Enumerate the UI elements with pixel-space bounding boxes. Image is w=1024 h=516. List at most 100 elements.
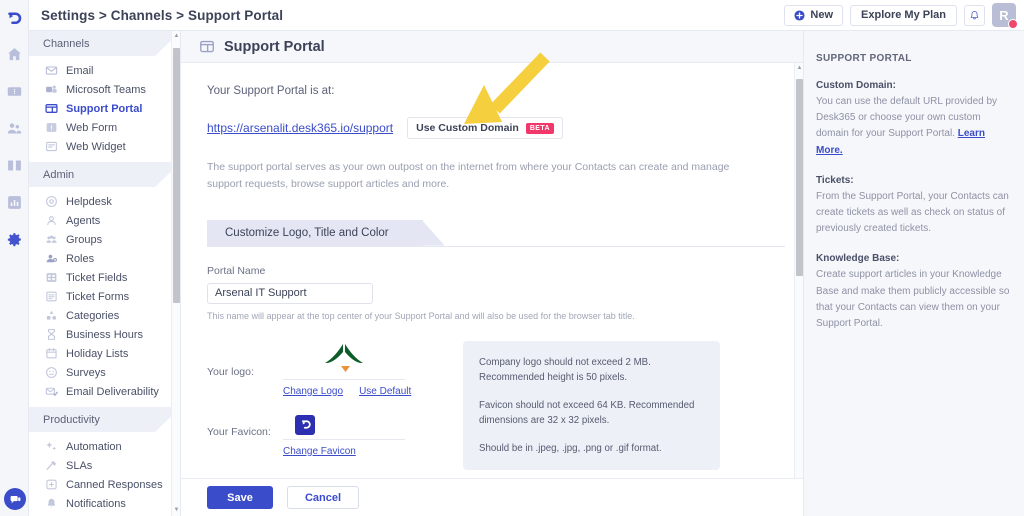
sidebar-item-email-deliverability[interactable]: Email Deliverability <box>29 382 180 401</box>
sidebar-item-label: Ticket Fields <box>66 272 127 284</box>
main-panel: Support Portal Your Support Portal is at… <box>181 31 803 516</box>
chat-bubble-icon <box>9 493 22 506</box>
sidebar-item-label: Microsoft Teams <box>66 84 146 96</box>
categories-icon <box>45 309 58 322</box>
change-logo-link[interactable]: Change Logo <box>283 386 343 397</box>
sidebar-item-agents[interactable]: Agents <box>29 211 180 230</box>
sidebar-scrollbar-thumb[interactable] <box>173 48 180 303</box>
contacts-icon[interactable] <box>6 120 23 137</box>
sla-icon <box>45 459 58 472</box>
sparkles-icon <box>45 440 58 453</box>
save-button[interactable]: Save <box>207 486 273 509</box>
sidebar-item-label: Ticket Forms <box>66 291 129 303</box>
sidebar-scroll-down-arrow[interactable]: ▼ <box>173 507 180 513</box>
sidebar-item-web-widget[interactable]: Web Widget <box>29 137 180 156</box>
tickets-icon[interactable] <box>6 83 23 100</box>
sidebar-item-holiday-lists[interactable]: Holiday Lists <box>29 344 180 363</box>
reports-icon[interactable] <box>6 194 23 211</box>
help-section-body: You can use the default URL provided by … <box>816 94 1010 159</box>
sidebar-item-microsoft-teams[interactable]: Microsoft Teams <box>29 80 180 99</box>
calendar-icon <box>45 347 58 360</box>
portal-url-link[interactable]: https://arsenalit.desk365.io/support <box>207 121 393 135</box>
help-panel-title: SUPPORT PORTAL <box>816 53 1010 64</box>
cancel-button[interactable]: Cancel <box>287 486 359 509</box>
help-section-text: From the Support Portal, your Contacts c… <box>816 191 1009 234</box>
sidebar-item-helpdesk[interactable]: Helpdesk <box>29 192 180 211</box>
explore-my-plan-button[interactable]: Explore My Plan <box>850 5 957 26</box>
chat-support-button[interactable] <box>4 488 26 510</box>
sidebar-section-header: Productivity <box>29 407 180 432</box>
new-button-label: New <box>810 9 833 21</box>
sidebar-item-business-hours[interactable]: Business Hours <box>29 325 180 344</box>
sidebar-item-label: Web Form <box>66 122 117 134</box>
sidebar-item-label: Canned Responses <box>66 479 163 491</box>
portal-url-row: https://arsenalit.desk365.io/support Use… <box>207 117 803 139</box>
settings-sidebar: Channels Email Microsoft Teams Support Port… <box>29 31 181 516</box>
canned-response-icon <box>45 478 58 491</box>
teams-icon <box>45 83 58 96</box>
sidebar-item-support-portal[interactable]: Support Portal <box>29 99 180 118</box>
notifications-button[interactable] <box>964 5 985 26</box>
sidebar-item-groups[interactable]: Groups <box>29 230 180 249</box>
main-scroll-up-arrow[interactable]: ▲ <box>796 65 803 71</box>
sidebar-scrollbar[interactable]: ▲ ▼ <box>171 31 180 516</box>
avatar-status-badge <box>1008 19 1018 29</box>
roles-icon <box>45 252 58 265</box>
sidebar-item-label: Surveys <box>66 367 106 379</box>
sidebar-item-slas[interactable]: SLAs <box>29 456 180 475</box>
settings-gear-icon[interactable] <box>6 231 23 248</box>
help-section-text: Create support articles in your Knowledg… <box>816 269 1009 329</box>
portal-icon <box>45 102 58 115</box>
help-section-heading: Knowledge Base: <box>816 253 1010 264</box>
bell-icon <box>969 10 980 21</box>
tab-customize-logo-title-color[interactable]: Customize Logo, Title and Color <box>207 220 423 246</box>
main-panel-header: Support Portal <box>181 31 803 63</box>
use-default-logo-link[interactable]: Use Default <box>359 386 411 397</box>
sidebar-item-notifications[interactable]: Notifications <box>29 494 180 513</box>
portal-name-input[interactable] <box>207 283 373 304</box>
sidebar-item-web-form[interactable]: Web Form <box>29 118 180 137</box>
sidebar-item-label: Holiday Lists <box>66 348 128 360</box>
portal-icon <box>199 39 215 54</box>
logo-preview <box>283 341 405 377</box>
sidebar-item-automation[interactable]: Automation <box>29 437 180 456</box>
web-form-icon <box>45 121 58 134</box>
portal-url-label: Your Support Portal is at: <box>207 85 803 97</box>
sidebar-item-label: Roles <box>66 253 94 265</box>
logo-row: Your logo: <box>207 341 457 380</box>
use-custom-domain-button[interactable]: Use Custom Domain BETA <box>407 117 563 139</box>
main-panel-body: Your Support Portal is at: https://arsen… <box>181 63 803 504</box>
sidebar-item-categories[interactable]: Categories <box>29 306 180 325</box>
use-custom-domain-label: Use Custom Domain <box>416 122 519 134</box>
beta-badge: BETA <box>526 123 554 134</box>
sidebar-item-label: Email Deliverability <box>66 386 159 398</box>
main-scrollbar[interactable]: ▲ ▼ <box>794 63 803 516</box>
bell-icon <box>45 497 58 510</box>
sidebar-item-canned-responses[interactable]: Canned Responses <box>29 475 180 494</box>
ticket-fields-icon <box>45 271 58 284</box>
help-section-heading: Tickets: <box>816 175 1010 186</box>
new-button[interactable]: New <box>784 5 843 26</box>
help-section-body: Create support articles in your Knowledg… <box>816 267 1010 332</box>
sidebar-item-surveys[interactable]: Surveys <box>29 363 180 382</box>
avatar[interactable]: R <box>992 3 1016 27</box>
sidebar-scroll-up-arrow[interactable]: ▲ <box>173 33 180 39</box>
sidebar-item-label: Notifications <box>66 498 126 510</box>
change-favicon-link[interactable]: Change Favicon <box>283 446 356 457</box>
sidebar-item-label: SLAs <box>66 460 92 472</box>
home-icon[interactable] <box>6 46 23 63</box>
sidebar-item-ticket-fields[interactable]: Ticket Fields <box>29 268 180 287</box>
favicon-label: Your Favicon: <box>207 426 273 440</box>
knowledge-base-icon[interactable] <box>6 157 23 174</box>
sidebar-item-email[interactable]: Email <box>29 61 180 80</box>
email-deliverability-icon <box>45 385 58 398</box>
sidebar-item-roles[interactable]: Roles <box>29 249 180 268</box>
sidebar-item-ticket-forms[interactable]: Ticket Forms <box>29 287 180 306</box>
main-scrollbar-thumb[interactable] <box>796 79 803 276</box>
logo-divider <box>283 379 405 380</box>
agent-icon <box>45 214 58 227</box>
primary-nav-rail <box>0 0 29 516</box>
sidebar-section-header: Channels <box>29 31 180 56</box>
sidebar-item-label: Groups <box>66 234 102 246</box>
app-logo[interactable] <box>5 6 23 32</box>
